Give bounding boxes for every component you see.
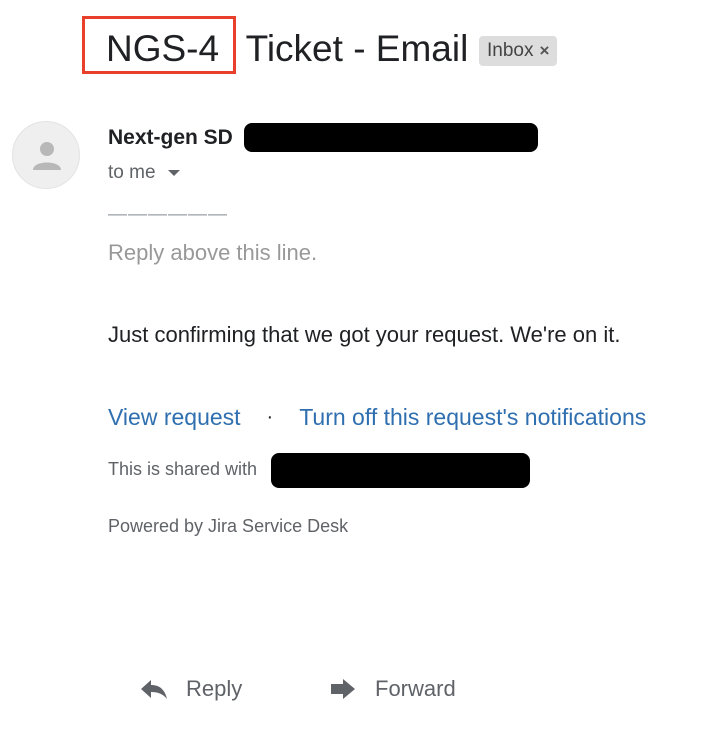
redaction-bar <box>244 123 538 152</box>
inbox-label-text: Inbox <box>487 40 534 61</box>
reply-separator: —————— <box>108 204 228 225</box>
shared-with-text: This is shared with <box>108 459 258 479</box>
recipient-label: to me <box>108 162 156 183</box>
forward-arrow-icon <box>331 679 355 699</box>
email-body: Just confirming that we got your request… <box>108 322 621 347</box>
avatar[interactable] <box>12 121 80 189</box>
links-row: View request · Turn off this request's n… <box>108 404 646 431</box>
ticket-key: NGS-4 <box>106 28 220 69</box>
email-subject: Ticket - Email <box>236 28 469 69</box>
recipient-details-toggle[interactable]: to me <box>108 162 180 184</box>
forward-button[interactable]: Forward <box>329 676 456 702</box>
powered-by-footer: Powered by Jira Service Desk <box>108 516 349 536</box>
inbox-label-chip[interactable]: Inbox × <box>479 36 558 66</box>
close-icon[interactable]: × <box>539 41 549 61</box>
person-icon <box>33 142 61 170</box>
chevron-down-icon <box>167 170 180 176</box>
forward-label: Forward <box>375 676 456 701</box>
turn-off-notifications-link[interactable]: Turn off this request's notifications <box>299 404 646 431</box>
redaction-bar <box>271 453 530 488</box>
view-request-link[interactable]: View request <box>108 404 241 431</box>
reply-above-text: Reply above this line. <box>108 240 318 265</box>
link-separator: · <box>266 406 274 428</box>
reply-label: Reply <box>186 676 243 701</box>
reply-arrow-icon <box>141 680 167 699</box>
reply-button[interactable]: Reply <box>140 676 242 702</box>
sender-name: Next-gen SD <box>108 126 233 149</box>
